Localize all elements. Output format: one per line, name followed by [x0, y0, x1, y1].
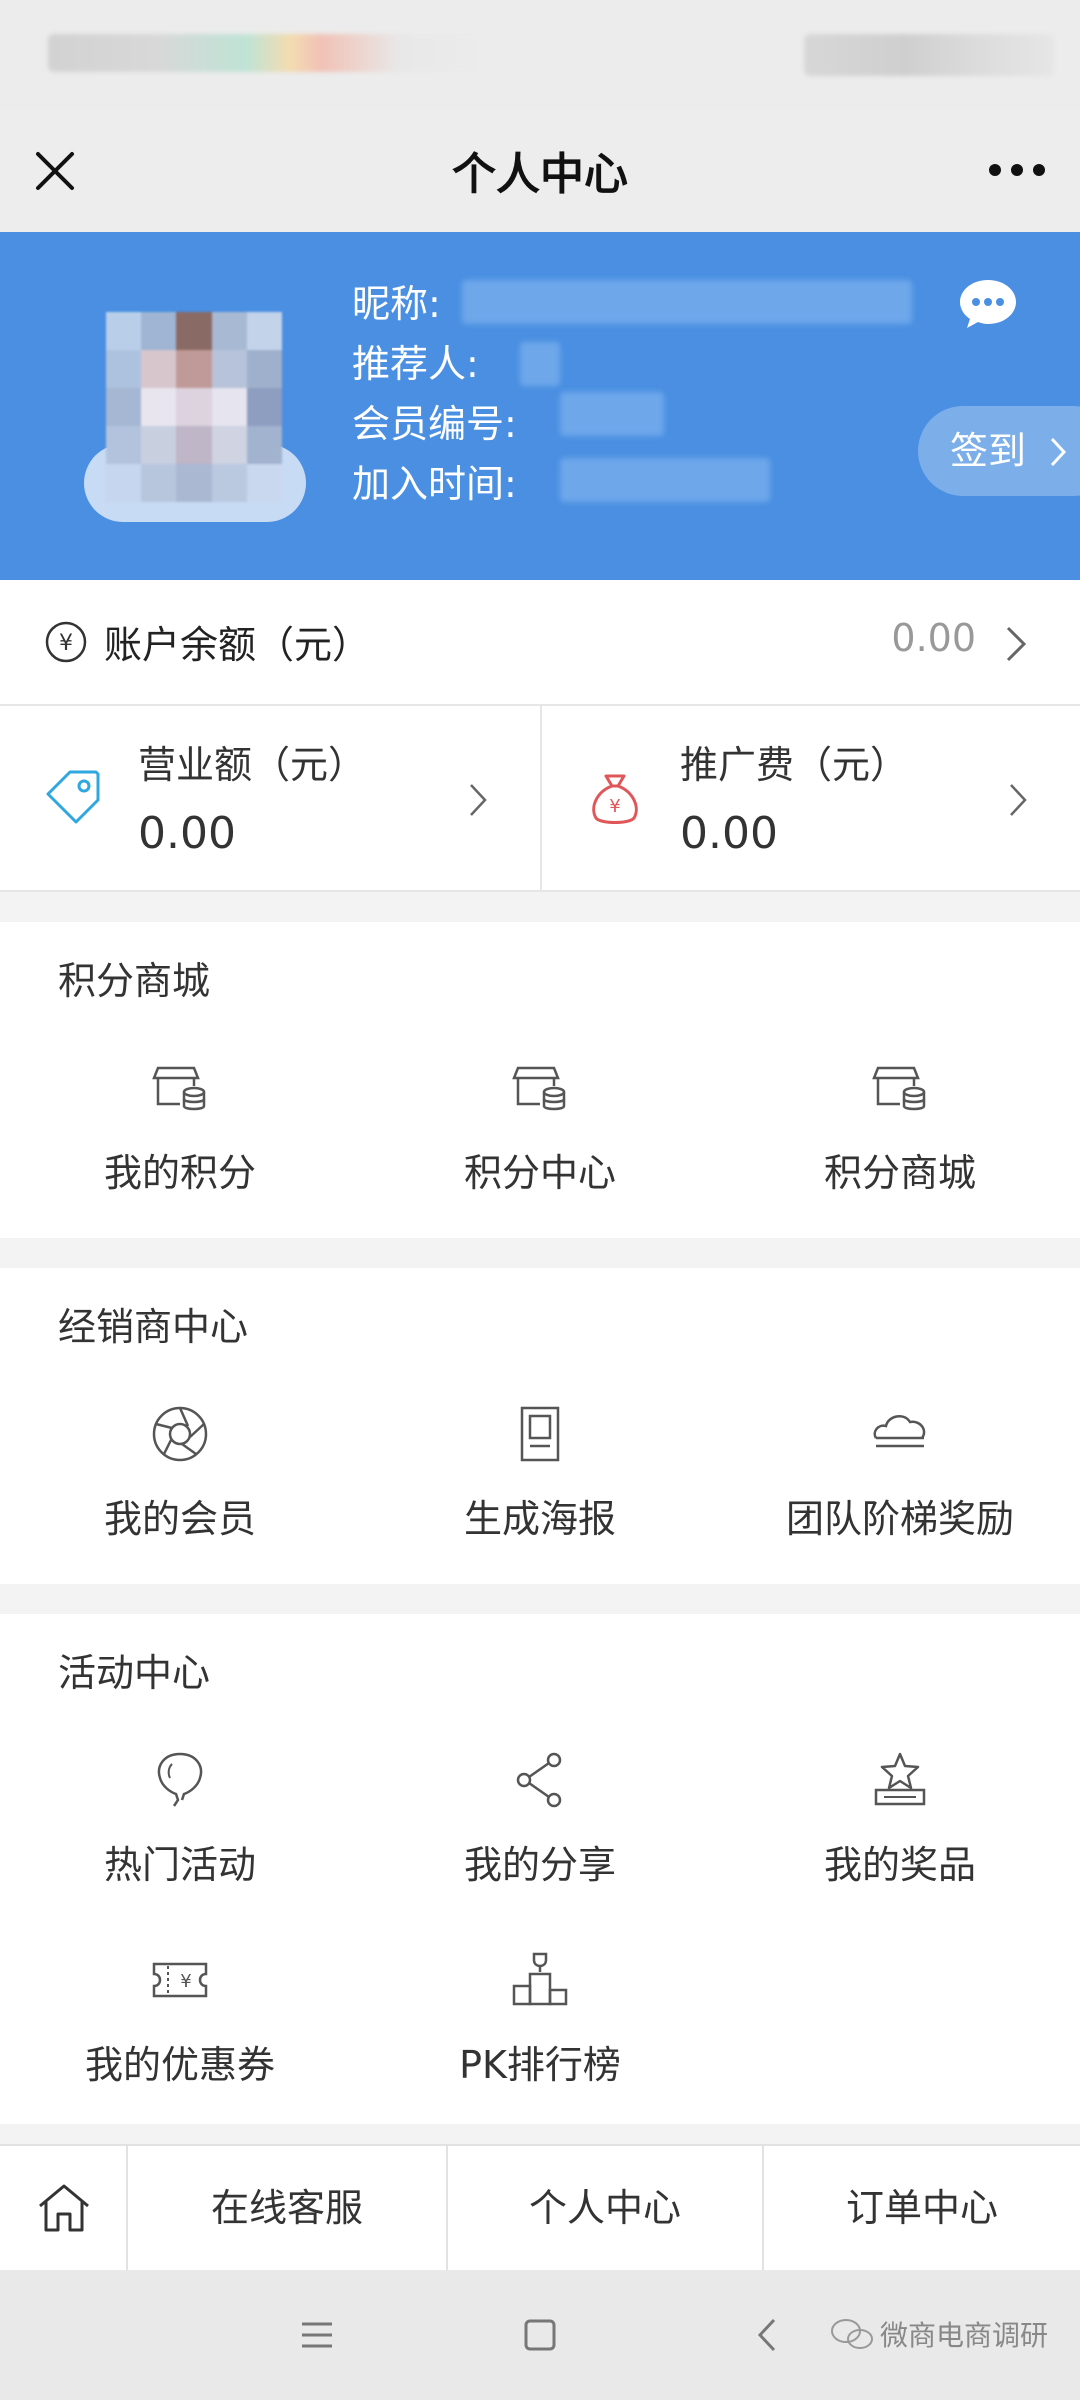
activity-center-section: 活动中心 热门活动 我的分享 我的奖品 ¥ 我的优惠券 PK排行榜	[0, 1614, 1080, 2124]
nickname-label: 昵称:	[352, 282, 441, 326]
status-blur-left	[48, 34, 488, 72]
balloon-icon	[157, 1752, 203, 1807]
aperture-icon	[152, 1406, 208, 1462]
revenue-card[interactable]: 营业额（元） 0.00	[0, 706, 540, 892]
member-no-value-redacted	[560, 392, 664, 436]
signin-label: 签到	[950, 429, 1027, 473]
promotion-fee-label: 推广费（元）	[680, 743, 909, 787]
nickname-value-redacted	[462, 280, 912, 324]
profile-header: 昵称: 推荐人: 会员编号: 加入时间: 签到	[0, 232, 1080, 580]
more-icon[interactable]	[982, 150, 1052, 190]
balance-label: 账户余额（元）	[104, 623, 371, 667]
balance-amount: 0.00	[891, 616, 976, 660]
grid-item-label: 我的积分	[103, 1151, 256, 1195]
grid-item-team-ladder-reward[interactable]: 团队阶梯奖励	[720, 1404, 1080, 1574]
status-bar	[0, 0, 1080, 110]
section-title: 积分商城	[58, 959, 211, 1003]
cloud-stairs-icon	[873, 1414, 926, 1448]
promotion-fee-card[interactable]: ¥ 推广费（元） 0.00	[540, 706, 1080, 892]
account-balance-row[interactable]: ¥ 账户余额（元） 0.00	[0, 580, 1080, 706]
svg-text:¥: ¥	[180, 1971, 191, 1992]
grid-item-label: PK排行榜	[459, 2043, 621, 2087]
store-coins-icon	[872, 1066, 926, 1111]
tab-online-service[interactable]: 在线客服	[128, 2146, 448, 2270]
dealer-center-section: 经销商中心 我的会员 生成海报 团队阶梯奖励	[0, 1268, 1080, 1584]
member-no-row: 会员编号:	[352, 394, 517, 454]
poster-icon	[520, 1406, 560, 1462]
wechat-logo-icon	[831, 2319, 873, 2349]
back-icon[interactable]	[742, 2310, 792, 2360]
grid-item-label: 我的奖品	[823, 1843, 976, 1887]
avatar[interactable]	[84, 264, 306, 544]
tab-personal-center[interactable]: 个人中心	[448, 2146, 764, 2270]
grid-item-generate-poster[interactable]: 生成海报	[360, 1404, 720, 1574]
grid-item-my-points[interactable]: 我的积分	[0, 1058, 360, 1228]
grid-item-label: 积分中心	[463, 1151, 616, 1195]
star-trophy-icon	[874, 1752, 926, 1806]
store-coins-icon	[152, 1066, 206, 1111]
grid-item-points-center[interactable]: 积分中心	[360, 1058, 720, 1228]
system-nav-bar: 微商电商调研	[0, 2270, 1080, 2400]
grid-item-label: 我的分享	[463, 1843, 616, 1887]
grid-item-label: 生成海报	[463, 1497, 616, 1541]
podium-icon	[512, 1952, 568, 2006]
bottom-tab-bar: 在线客服 个人中心 订单中心	[0, 2144, 1080, 2270]
chat-bubble-icon[interactable]	[956, 276, 1020, 332]
menu-icon[interactable]	[292, 2310, 342, 2360]
svg-text:¥: ¥	[59, 631, 73, 656]
avatar-pixelated-image	[106, 312, 282, 502]
promotion-fee-value: 0.00	[680, 808, 778, 859]
yen-circle-icon: ¥	[45, 621, 87, 663]
referrer-value-redacted	[520, 342, 560, 386]
referrer-row: 推荐人:	[352, 334, 517, 394]
chevron-right-icon	[470, 784, 487, 816]
referrer-label: 推荐人:	[352, 342, 479, 386]
section-title: 活动中心	[58, 1651, 211, 1695]
member-no-label: 会员编号:	[352, 402, 517, 446]
grid-item-points-mall[interactable]: 积分商城	[720, 1058, 1080, 1228]
stats-cards: 营业额（元） 0.00 ¥ 推广费（元） 0.00	[0, 706, 1080, 892]
grid-item-hot-activities[interactable]: 热门活动	[0, 1750, 360, 1920]
grid-item-my-members[interactable]: 我的会员	[0, 1404, 360, 1574]
share-icon	[516, 1752, 562, 1808]
grid-item-my-prizes[interactable]: 我的奖品	[720, 1750, 1080, 1920]
grid-item-pk-leaderboard[interactable]: PK排行榜	[360, 1950, 720, 2120]
revenue-value: 0.00	[138, 808, 236, 859]
home-tab[interactable]	[0, 2146, 128, 2270]
join-time-value-redacted	[560, 458, 770, 502]
signin-button[interactable]: 签到	[918, 406, 1080, 496]
chevron-right-icon	[1006, 626, 1027, 662]
watermark-text: 微商电商调研	[880, 2319, 1049, 2352]
svg-text:¥: ¥	[609, 796, 620, 817]
revenue-label: 营业额（元）	[138, 743, 367, 787]
store-coins-icon	[512, 1066, 566, 1111]
grid-item-my-share[interactable]: 我的分享	[360, 1750, 720, 1920]
section-title: 经销商中心	[58, 1305, 249, 1349]
title-bar: 个人中心	[0, 110, 1080, 232]
chevron-right-icon	[1010, 784, 1027, 816]
page-title: 个人中心	[452, 149, 628, 200]
home-icon	[39, 2184, 89, 2232]
chevron-right-icon	[1050, 437, 1067, 467]
status-blur-right	[804, 34, 1054, 76]
grid-item-label: 我的会员	[103, 1497, 256, 1541]
price-tag-icon	[46, 770, 100, 824]
grid-item-my-coupons[interactable]: ¥ 我的优惠券	[0, 1950, 360, 2120]
home-square-icon[interactable]	[515, 2310, 565, 2360]
join-time-row: 加入时间:	[352, 454, 517, 514]
grid-item-label: 积分商城	[823, 1151, 976, 1195]
join-time-label: 加入时间:	[352, 462, 517, 506]
grid-item-label: 团队阶梯奖励	[785, 1497, 1014, 1541]
grid-item-label: 热门活动	[103, 1843, 256, 1887]
points-mall-section: 积分商城 我的积分 积分中心 积分商城	[0, 922, 1080, 1238]
grid-item-label: 我的优惠券	[84, 2043, 275, 2087]
money-bag-icon: ¥	[592, 774, 638, 824]
coupon-icon: ¥	[152, 1962, 208, 1998]
tab-order-center[interactable]: 订单中心	[764, 2146, 1080, 2270]
